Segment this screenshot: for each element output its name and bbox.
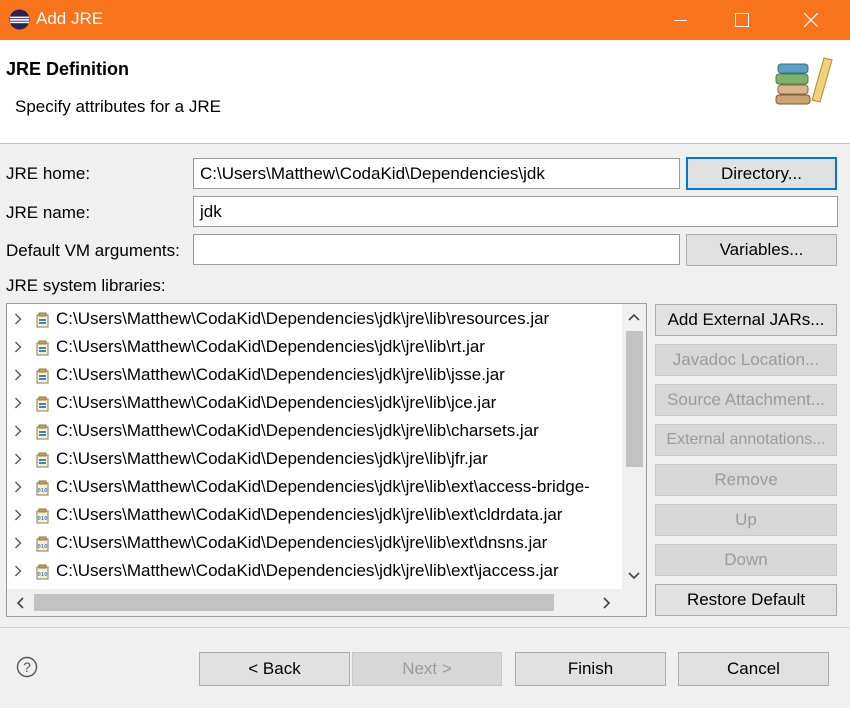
expand-chevron-icon[interactable]	[14, 341, 22, 353]
directory-button[interactable]: Directory...	[686, 157, 837, 190]
jre-name-input[interactable]: jdk	[193, 196, 838, 227]
jar-icon	[36, 424, 49, 440]
jre-home-label: JRE home:	[6, 164, 91, 183]
binary-jar-icon: 010	[36, 564, 49, 580]
source-attachment-button[interactable]: Source Attachment...	[655, 384, 837, 416]
minimize-icon	[674, 20, 687, 21]
jar-icon	[36, 452, 49, 468]
scroll-up-icon[interactable]	[628, 313, 640, 321]
page-title: JRE Definition	[6, 59, 130, 79]
library-row[interactable]: 010 C:\Users\Matthew\CodaKid\Dependencies…	[7, 558, 622, 586]
window-title: Add JRE	[36, 9, 104, 28]
scroll-right-icon[interactable]	[603, 597, 611, 609]
library-path: C:\Users\Matthew\CodaKid\Dependencies\jd…	[56, 421, 539, 440]
library-row[interactable]: 010 C:\Users\Matthew\CodaKid\Dependencies…	[7, 530, 622, 558]
expand-chevron-icon[interactable]	[14, 397, 22, 409]
library-path: C:\Users\Matthew\CodaKid\Dependencies\jd…	[56, 449, 488, 468]
horizontal-scrollbar[interactable]	[7, 589, 646, 616]
down-button[interactable]: Down	[655, 544, 837, 576]
library-row[interactable]: C:\Users\Matthew\CodaKid\Dependencies\jd…	[7, 362, 622, 390]
library-row[interactable]: 010 C:\Users\Matthew\CodaKid\Dependencies…	[7, 502, 622, 530]
external-annotations-button[interactable]: External annotations...	[655, 424, 837, 456]
jar-icon	[36, 340, 49, 356]
scroll-left-icon[interactable]	[16, 597, 24, 609]
expand-chevron-icon[interactable]	[14, 481, 22, 493]
expand-chevron-icon[interactable]	[14, 509, 22, 521]
eclipse-icon	[9, 9, 30, 30]
vertical-scrollbar[interactable]	[622, 304, 646, 591]
jre-home-input[interactable]: C:\Users\Matthew\CodaKid\Dependencies\jd…	[193, 158, 680, 189]
library-path: C:\Users\Matthew\CodaKid\Dependencies\jd…	[56, 505, 563, 524]
expand-chevron-icon[interactable]	[14, 537, 22, 549]
expand-chevron-icon[interactable]	[14, 425, 22, 437]
next-button[interactable]: Next >	[352, 652, 502, 686]
binary-jar-icon: 010	[36, 508, 49, 524]
jre-name-label: JRE name:	[6, 203, 91, 222]
maximize-button[interactable]	[719, 0, 765, 40]
library-row[interactable]: C:\Users\Matthew\CodaKid\Dependencies\jd…	[7, 418, 622, 446]
library-path: C:\Users\Matthew\CodaKid\Dependencies\jd…	[56, 477, 590, 496]
up-button[interactable]: Up	[655, 504, 837, 536]
jar-icon	[36, 368, 49, 384]
finish-button[interactable]: Finish	[515, 652, 666, 686]
svg-text:?: ?	[23, 659, 31, 675]
expand-chevron-icon[interactable]	[14, 313, 22, 325]
back-button[interactable]: < Back	[199, 652, 350, 686]
help-icon[interactable]: ?	[16, 656, 38, 678]
jar-icon	[36, 396, 49, 412]
svg-text:010: 010	[38, 488, 48, 494]
expand-chevron-icon[interactable]	[14, 453, 22, 465]
minimize-button[interactable]	[658, 0, 704, 40]
title-bar: Add JRE	[0, 0, 850, 40]
library-path: C:\Users\Matthew\CodaKid\Dependencies\jd…	[56, 309, 550, 328]
library-path: C:\Users\Matthew\CodaKid\Dependencies\jd…	[56, 533, 548, 552]
restore-default-button[interactable]: Restore Default	[655, 584, 837, 616]
library-row[interactable]: C:\Users\Matthew\CodaKid\Dependencies\jd…	[7, 390, 622, 418]
binary-jar-icon: 010	[36, 480, 49, 496]
library-path: C:\Users\Matthew\CodaKid\Dependencies\jd…	[56, 393, 497, 412]
library-path: C:\Users\Matthew\CodaKid\Dependencies\jd…	[56, 561, 559, 580]
system-libraries-label: JRE system libraries:	[6, 276, 166, 295]
library-row[interactable]: C:\Users\Matthew\CodaKid\Dependencies\jd…	[7, 334, 622, 362]
footer-separator	[0, 627, 850, 628]
maximize-icon	[735, 13, 749, 27]
javadoc-location-button[interactable]: Javadoc Location...	[655, 344, 837, 376]
remove-button[interactable]: Remove	[655, 464, 837, 496]
books-icon	[775, 57, 833, 105]
svg-text:010: 010	[38, 516, 48, 522]
wizard-header: JRE Definition Specify attributes for a …	[0, 40, 850, 144]
scroll-down-icon[interactable]	[628, 572, 640, 580]
library-row[interactable]: 010 C:\Users\Matthew\CodaKid\Dependencies…	[7, 474, 622, 502]
variables-button[interactable]: Variables...	[686, 234, 837, 266]
library-row[interactable]: C:\Users\Matthew\CodaKid\Dependencies\jd…	[7, 446, 622, 474]
vm-args-input[interactable]	[193, 234, 680, 265]
horizontal-scroll-thumb[interactable]	[34, 594, 554, 611]
binary-jar-icon: 010	[36, 536, 49, 552]
jar-icon	[36, 312, 49, 328]
cancel-button[interactable]: Cancel	[678, 652, 829, 686]
svg-text:010: 010	[38, 572, 48, 578]
library-row[interactable]: C:\Users\Matthew\CodaKid\Dependencies\jd…	[7, 306, 622, 334]
library-path: C:\Users\Matthew\CodaKid\Dependencies\jd…	[56, 337, 485, 356]
svg-text:010: 010	[38, 544, 48, 550]
page-subtitle: Specify attributes for a JRE	[15, 97, 221, 116]
system-libraries-tree[interactable]: C:\Users\Matthew\CodaKid\Dependencies\jd…	[6, 303, 647, 617]
add-external-jars-button[interactable]: Add External JARs...	[655, 304, 837, 336]
close-icon	[804, 13, 818, 27]
expand-chevron-icon[interactable]	[14, 565, 22, 577]
close-button[interactable]	[788, 0, 834, 40]
expand-chevron-icon[interactable]	[14, 369, 22, 381]
vertical-scroll-thumb[interactable]	[626, 331, 643, 467]
vm-args-label: Default VM arguments:	[6, 241, 180, 260]
library-path: C:\Users\Matthew\CodaKid\Dependencies\jd…	[56, 365, 505, 384]
